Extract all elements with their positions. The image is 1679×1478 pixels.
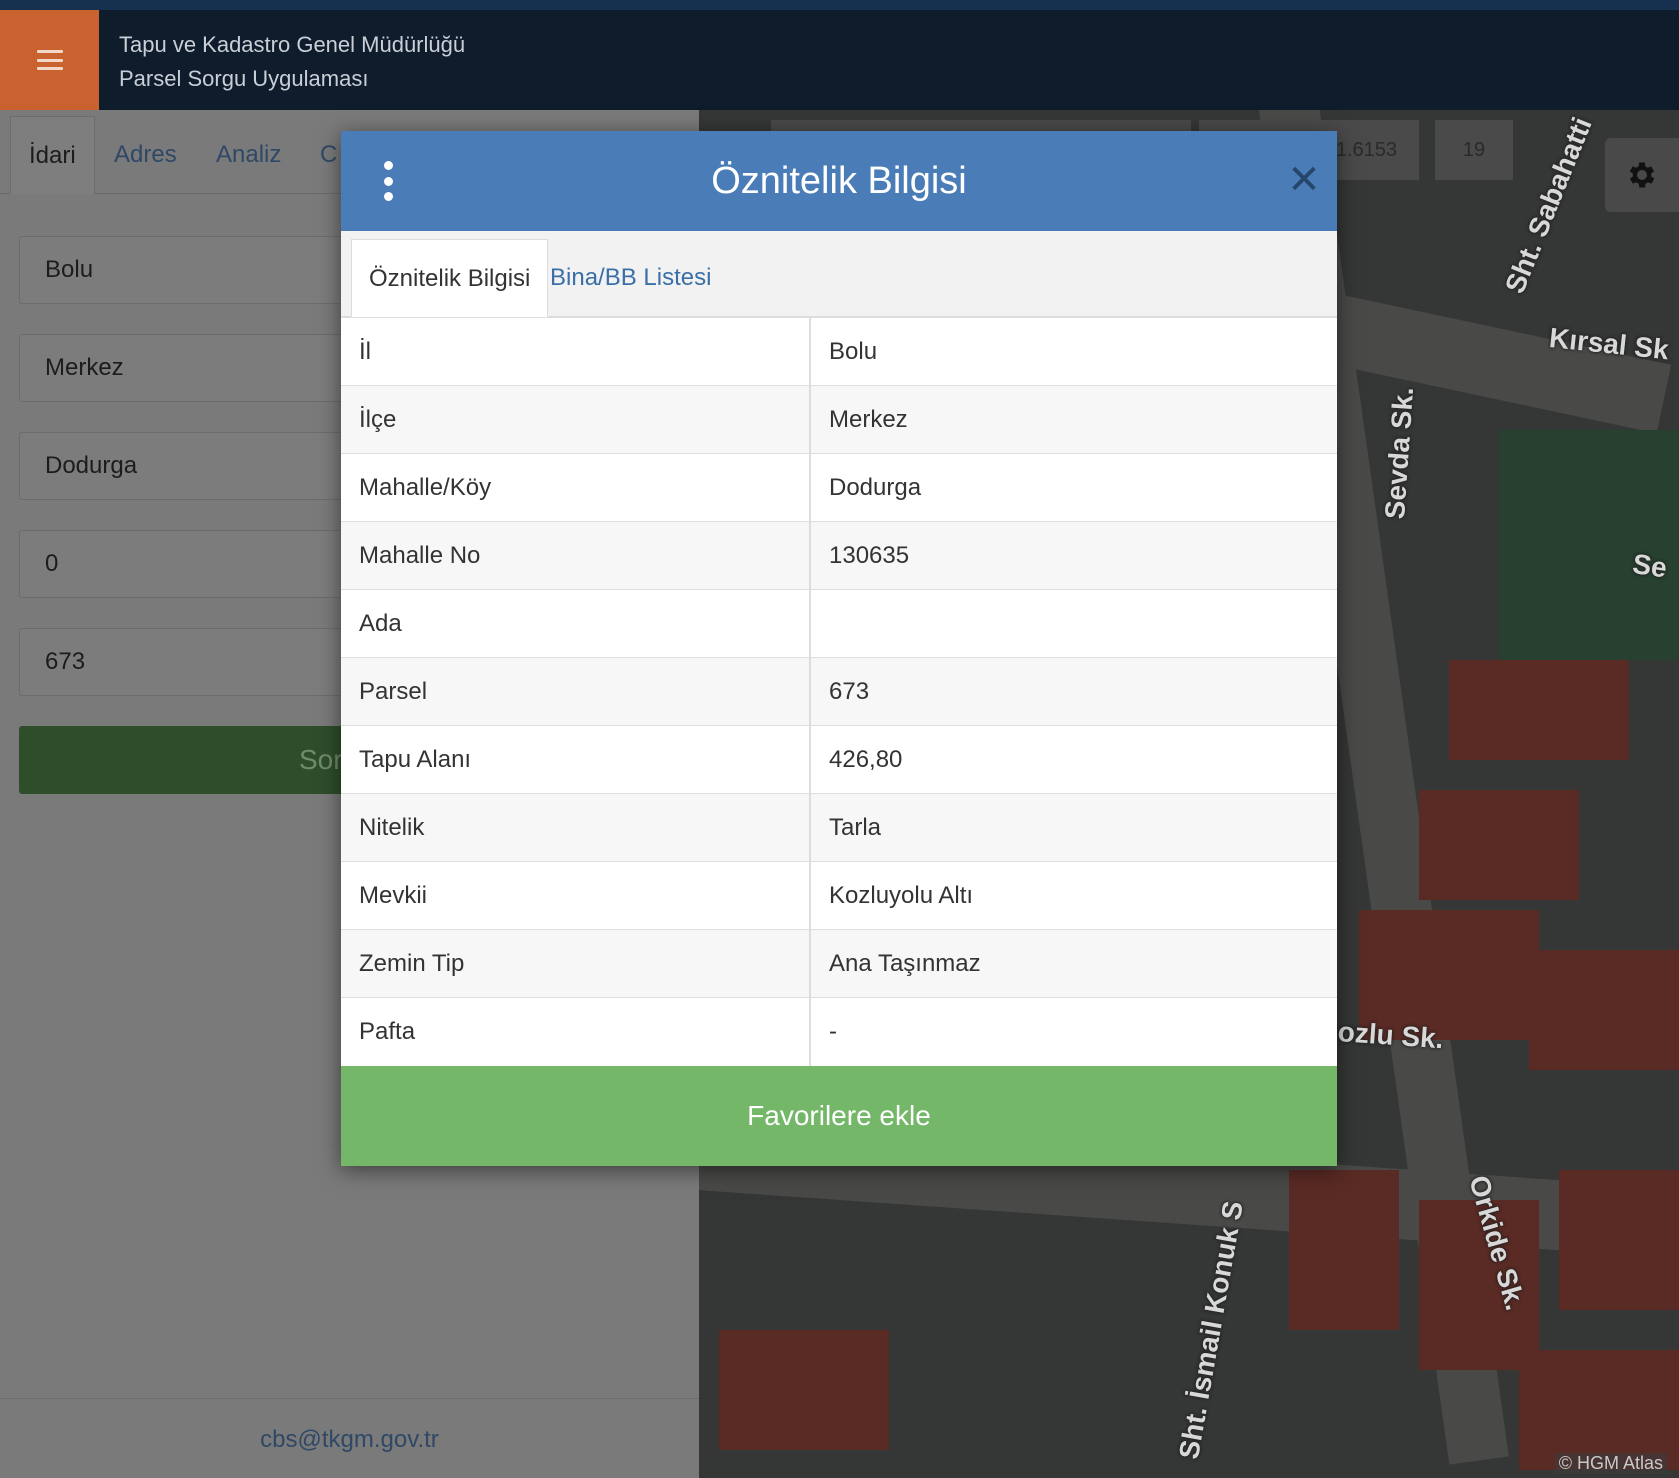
attribute-key: Mahalle No [341, 521, 811, 590]
map-building [1519, 1350, 1679, 1470]
attribute-key: Ada [341, 589, 811, 658]
attribute-value: 426,80 [810, 725, 1337, 794]
attribute-key: Zemin Tip [341, 929, 811, 998]
table-row: Mahalle/Köy Dodurga [341, 453, 1337, 522]
attribute-key: Parsel [341, 657, 811, 726]
attribute-table: İl Bolu İlçe Merkez Mahalle/Köy Dodurga Mah… [341, 317, 1337, 1066]
map-building [1419, 790, 1579, 900]
app-name: Parsel Sorgu Uygulaması [119, 66, 369, 91]
dialog-title: Öznitelik Bilgisi [711, 160, 967, 202]
map-sports-field [1499, 430, 1679, 660]
map-building [1289, 1170, 1399, 1330]
street-label: Se [1630, 548, 1669, 584]
attribute-value: Dodurga [810, 453, 1337, 522]
tab-building-list[interactable]: Bina/BB Listesi [533, 239, 728, 317]
org-name: Tapu ve Kadastro Genel Müdürlüğü [119, 32, 466, 57]
map-building [1529, 950, 1679, 1070]
zoom-level-readout: 19 [1435, 120, 1513, 180]
dialog-header: Öznitelik Bilgisi ✕ [341, 131, 1337, 231]
attribute-key: Mahalle/Köy [341, 453, 811, 522]
map-attribution: © HGM Atlas [1554, 1453, 1667, 1474]
table-row: Pafta - [341, 997, 1337, 1066]
settings-button[interactable] [1605, 138, 1679, 212]
table-row: Nitelik Tarla [341, 793, 1337, 862]
table-row: Mevkii Kozluyolu Altı [341, 861, 1337, 930]
tab-adres[interactable]: Adres [96, 116, 195, 194]
attribute-key: İl [341, 317, 811, 386]
dialog-tabs: Öznitelik Bilgisi Bina/BB Listesi [341, 231, 1337, 317]
attribute-key: Mevkii [341, 861, 811, 930]
top-strip [0, 0, 1679, 10]
table-row: Zemin Tip Ana Taşınmaz [341, 929, 1337, 998]
table-row: Tapu Alanı 426,80 [341, 725, 1337, 794]
attribute-value: Ana Taşınmaz [810, 929, 1337, 998]
table-row: İl Bolu [341, 317, 1337, 386]
attribute-value: Kozluyolu Altı [810, 861, 1337, 930]
attribute-info-dialog: Öznitelik Bilgisi ✕ Öznitelik Bilgisi Bi… [341, 131, 1337, 1166]
app-header: Tapu ve Kadastro Genel Müdürlüğü Parsel … [0, 10, 1679, 110]
attribute-key: İlçe [341, 385, 811, 454]
table-row: Ada [341, 589, 1337, 658]
attribute-value: Bolu [810, 317, 1337, 386]
app-title: Tapu ve Kadastro Genel Müdürlüğü Parsel … [119, 28, 465, 96]
tab-idari[interactable]: İdari [10, 116, 95, 194]
menu-button[interactable] [0, 10, 99, 110]
map-building [719, 1330, 889, 1450]
footer-divider [0, 1398, 699, 1399]
attribute-value: Merkez [810, 385, 1337, 454]
attribute-value [810, 589, 1337, 658]
table-row: İlçe Merkez [341, 385, 1337, 454]
attribute-key: Tapu Alanı [341, 725, 811, 794]
vertical-dots-icon[interactable] [381, 161, 395, 201]
close-icon[interactable]: ✕ [1281, 157, 1327, 203]
table-row: Parsel 673 [341, 657, 1337, 726]
attribute-value: 130635 [810, 521, 1337, 590]
map-building [1559, 1170, 1679, 1310]
hamburger-icon [36, 50, 63, 70]
attribute-value: - [810, 997, 1337, 1066]
attribute-key: Nitelik [341, 793, 811, 862]
tab-analiz[interactable]: Analiz [198, 116, 299, 194]
table-row: Mahalle No 130635 [341, 521, 1337, 590]
tab-attribute-info[interactable]: Öznitelik Bilgisi [351, 239, 549, 317]
attribute-value: 673 [810, 657, 1337, 726]
gear-icon [1629, 162, 1655, 188]
attribute-key: Pafta [341, 997, 811, 1066]
map-building [1449, 660, 1629, 760]
attribute-value: Tarla [810, 793, 1337, 862]
add-to-favorites-button[interactable]: Favorilere ekle [341, 1066, 1337, 1166]
contact-email-link[interactable]: cbs@tkgm.gov.tr [0, 1426, 699, 1454]
